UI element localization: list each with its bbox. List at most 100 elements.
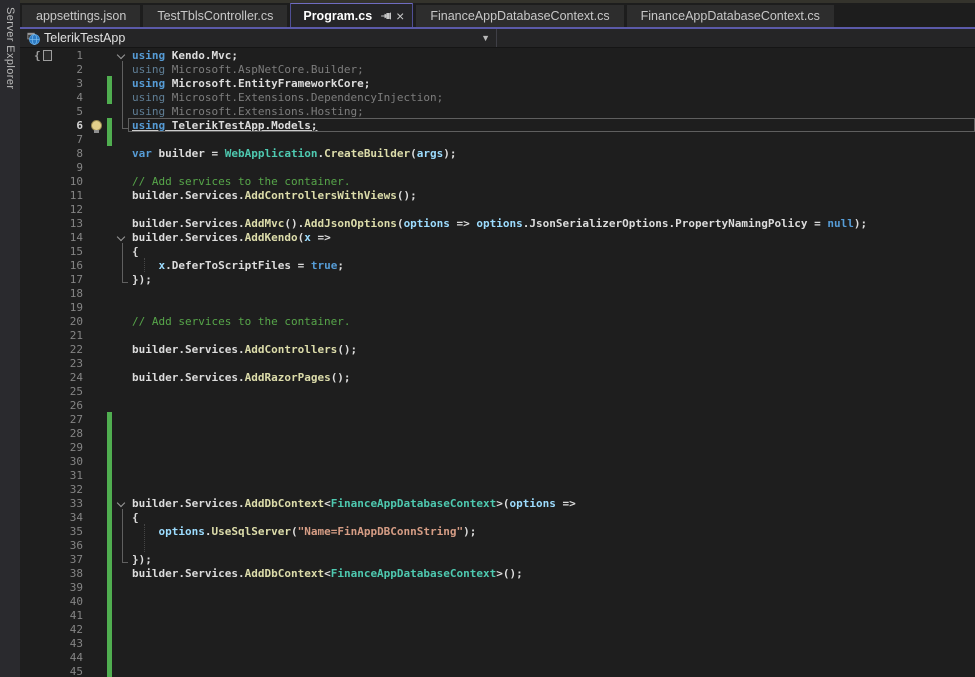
breakpoint-margin[interactable] xyxy=(20,48,30,62)
breakpoint-margin[interactable] xyxy=(20,132,30,146)
code-text[interactable]: using TelerikTestApp.Models; xyxy=(130,119,317,132)
code-line-20[interactable]: 20// Add services to the container. xyxy=(20,314,975,328)
breakpoint-margin[interactable] xyxy=(20,202,30,216)
breakpoint-margin[interactable] xyxy=(20,440,30,454)
breakpoint-margin[interactable] xyxy=(20,580,30,594)
code-line-43[interactable]: 43 xyxy=(20,636,975,650)
code-line-37[interactable]: 37}); xyxy=(20,552,975,566)
breakpoint-margin[interactable] xyxy=(20,622,30,636)
breakpoint-margin[interactable] xyxy=(20,664,30,677)
tab-financeappdatabasecontext-cs-3[interactable]: FinanceAppDatabaseContext.cs xyxy=(416,5,623,27)
breakpoint-margin[interactable] xyxy=(20,90,30,104)
code-text[interactable]: { xyxy=(130,245,139,258)
breakpoint-margin[interactable] xyxy=(20,650,30,664)
code-text[interactable]: }); xyxy=(130,273,152,286)
breakpoint-margin[interactable] xyxy=(20,356,30,370)
code-line-22[interactable]: 22builder.Services.AddControllers(); xyxy=(20,342,975,356)
code-text[interactable]: // Add services to the container. xyxy=(130,175,351,188)
server-explorer-label[interactable]: Server Explorer xyxy=(0,0,16,89)
code-line-33[interactable]: 33builder.Services.AddDbContext<FinanceA… xyxy=(20,496,975,510)
breakpoint-margin[interactable] xyxy=(20,314,30,328)
collapse-chevron-icon[interactable] xyxy=(117,233,125,241)
breakpoint-margin[interactable] xyxy=(20,384,30,398)
code-line-13[interactable]: 13builder.Services.AddMvc().AddJsonOptio… xyxy=(20,216,975,230)
code-line-19[interactable]: 19 xyxy=(20,300,975,314)
code-line-36[interactable]: 36 xyxy=(20,538,975,552)
breakpoint-margin[interactable] xyxy=(20,272,30,286)
breakpoint-margin[interactable] xyxy=(20,594,30,608)
code-line-11[interactable]: 11builder.Services.AddControllersWithVie… xyxy=(20,188,975,202)
project-dropdown[interactable]: TelerikTestApp ▼ xyxy=(20,29,497,47)
code-text[interactable]: builder.Services.AddKendo(x => xyxy=(130,231,331,244)
pin-icon[interactable] xyxy=(380,10,392,22)
code-line-39[interactable]: 39 xyxy=(20,580,975,594)
code-line-28[interactable]: 28 xyxy=(20,426,975,440)
code-text[interactable]: using Microsoft.EntityFrameworkCore; xyxy=(130,77,370,90)
code-text[interactable]: builder.Services.AddRazorPages(); xyxy=(130,371,351,384)
breakpoint-margin[interactable] xyxy=(20,552,30,566)
breakpoint-margin[interactable] xyxy=(20,258,30,272)
breakpoint-margin[interactable] xyxy=(20,160,30,174)
breakpoint-margin[interactable] xyxy=(20,426,30,440)
code-line-41[interactable]: 41 xyxy=(20,608,975,622)
code-line-12[interactable]: 12 xyxy=(20,202,975,216)
code-text[interactable]: using Kendo.Mvc; xyxy=(130,49,238,62)
code-line-21[interactable]: 21 xyxy=(20,328,975,342)
code-line-18[interactable]: 18 xyxy=(20,286,975,300)
breakpoint-margin[interactable] xyxy=(20,608,30,622)
breakpoint-margin[interactable] xyxy=(20,496,30,510)
lightbulb-icon[interactable] xyxy=(86,118,106,132)
code-line-31[interactable]: 31 xyxy=(20,468,975,482)
code-line-1[interactable]: {1using Kendo.Mvc; xyxy=(20,48,975,62)
breakpoint-margin[interactable] xyxy=(20,146,30,160)
code-text[interactable]: var builder = WebApplication.CreateBuild… xyxy=(130,147,457,160)
breakpoint-margin[interactable] xyxy=(20,566,30,580)
code-line-29[interactable]: 29 xyxy=(20,440,975,454)
collapse-chevron-icon[interactable] xyxy=(117,51,125,59)
code-line-35[interactable]: 35 options.UseSqlServer("Name=FinAppDBCo… xyxy=(20,524,975,538)
breakpoint-margin[interactable] xyxy=(20,188,30,202)
code-text[interactable]: using Microsoft.AspNetCore.Builder; xyxy=(130,63,364,76)
code-text[interactable]: using Microsoft.Extensions.DependencyInj… xyxy=(130,91,443,104)
code-line-27[interactable]: 27 xyxy=(20,412,975,426)
code-text[interactable]: builder.Services.AddControllers(); xyxy=(130,343,357,356)
code-line-8[interactable]: 8var builder = WebApplication.CreateBuil… xyxy=(20,146,975,160)
breakpoint-margin[interactable] xyxy=(20,174,30,188)
collapse-chevron-icon[interactable] xyxy=(117,499,125,507)
code-text[interactable]: builder.Services.AddMvc().AddJsonOptions… xyxy=(130,217,867,230)
code-text[interactable]: { xyxy=(130,511,139,524)
code-text[interactable]: options.UseSqlServer("Name=FinAppDBConnS… xyxy=(130,525,476,538)
breakpoint-margin[interactable] xyxy=(20,104,30,118)
code-line-6[interactable]: 6using TelerikTestApp.Models; xyxy=(20,118,975,132)
code-line-34[interactable]: 34{ xyxy=(20,510,975,524)
tab-appsettings-json-0[interactable]: appsettings.json xyxy=(22,5,140,27)
breakpoint-margin[interactable] xyxy=(20,328,30,342)
breakpoint-margin[interactable] xyxy=(20,244,30,258)
breakpoint-margin[interactable] xyxy=(20,370,30,384)
breakpoint-margin[interactable] xyxy=(20,538,30,552)
code-line-17[interactable]: 17}); xyxy=(20,272,975,286)
code-line-40[interactable]: 40 xyxy=(20,594,975,608)
breakpoint-margin[interactable] xyxy=(20,76,30,90)
close-icon[interactable]: × xyxy=(396,9,404,23)
code-line-10[interactable]: 10// Add services to the container. xyxy=(20,174,975,188)
code-line-7[interactable]: 7 xyxy=(20,132,975,146)
breakpoint-margin[interactable] xyxy=(20,454,30,468)
breakpoint-margin[interactable] xyxy=(20,230,30,244)
code-line-9[interactable]: 9 xyxy=(20,160,975,174)
code-text[interactable]: x.DeferToScriptFiles = true; xyxy=(130,259,344,272)
breakpoint-margin[interactable] xyxy=(20,468,30,482)
breakpoint-margin[interactable] xyxy=(20,342,30,356)
code-line-23[interactable]: 23 xyxy=(20,356,975,370)
code-line-26[interactable]: 26 xyxy=(20,398,975,412)
code-text[interactable]: builder.Services.AddControllersWithViews… xyxy=(130,189,417,202)
tab-testtblscontroller-cs-1[interactable]: TestTblsController.cs xyxy=(143,5,287,27)
breakpoint-margin[interactable] xyxy=(20,216,30,230)
code-text[interactable]: builder.Services.AddDbContext<FinanceApp… xyxy=(130,567,523,580)
code-line-14[interactable]: 14builder.Services.AddKendo(x => xyxy=(20,230,975,244)
tab-program-cs-2[interactable]: Program.cs× xyxy=(290,2,413,27)
breakpoint-margin[interactable] xyxy=(20,398,30,412)
code-line-44[interactable]: 44 xyxy=(20,650,975,664)
code-text[interactable]: // Add services to the container. xyxy=(130,315,351,328)
breakpoint-margin[interactable] xyxy=(20,412,30,426)
